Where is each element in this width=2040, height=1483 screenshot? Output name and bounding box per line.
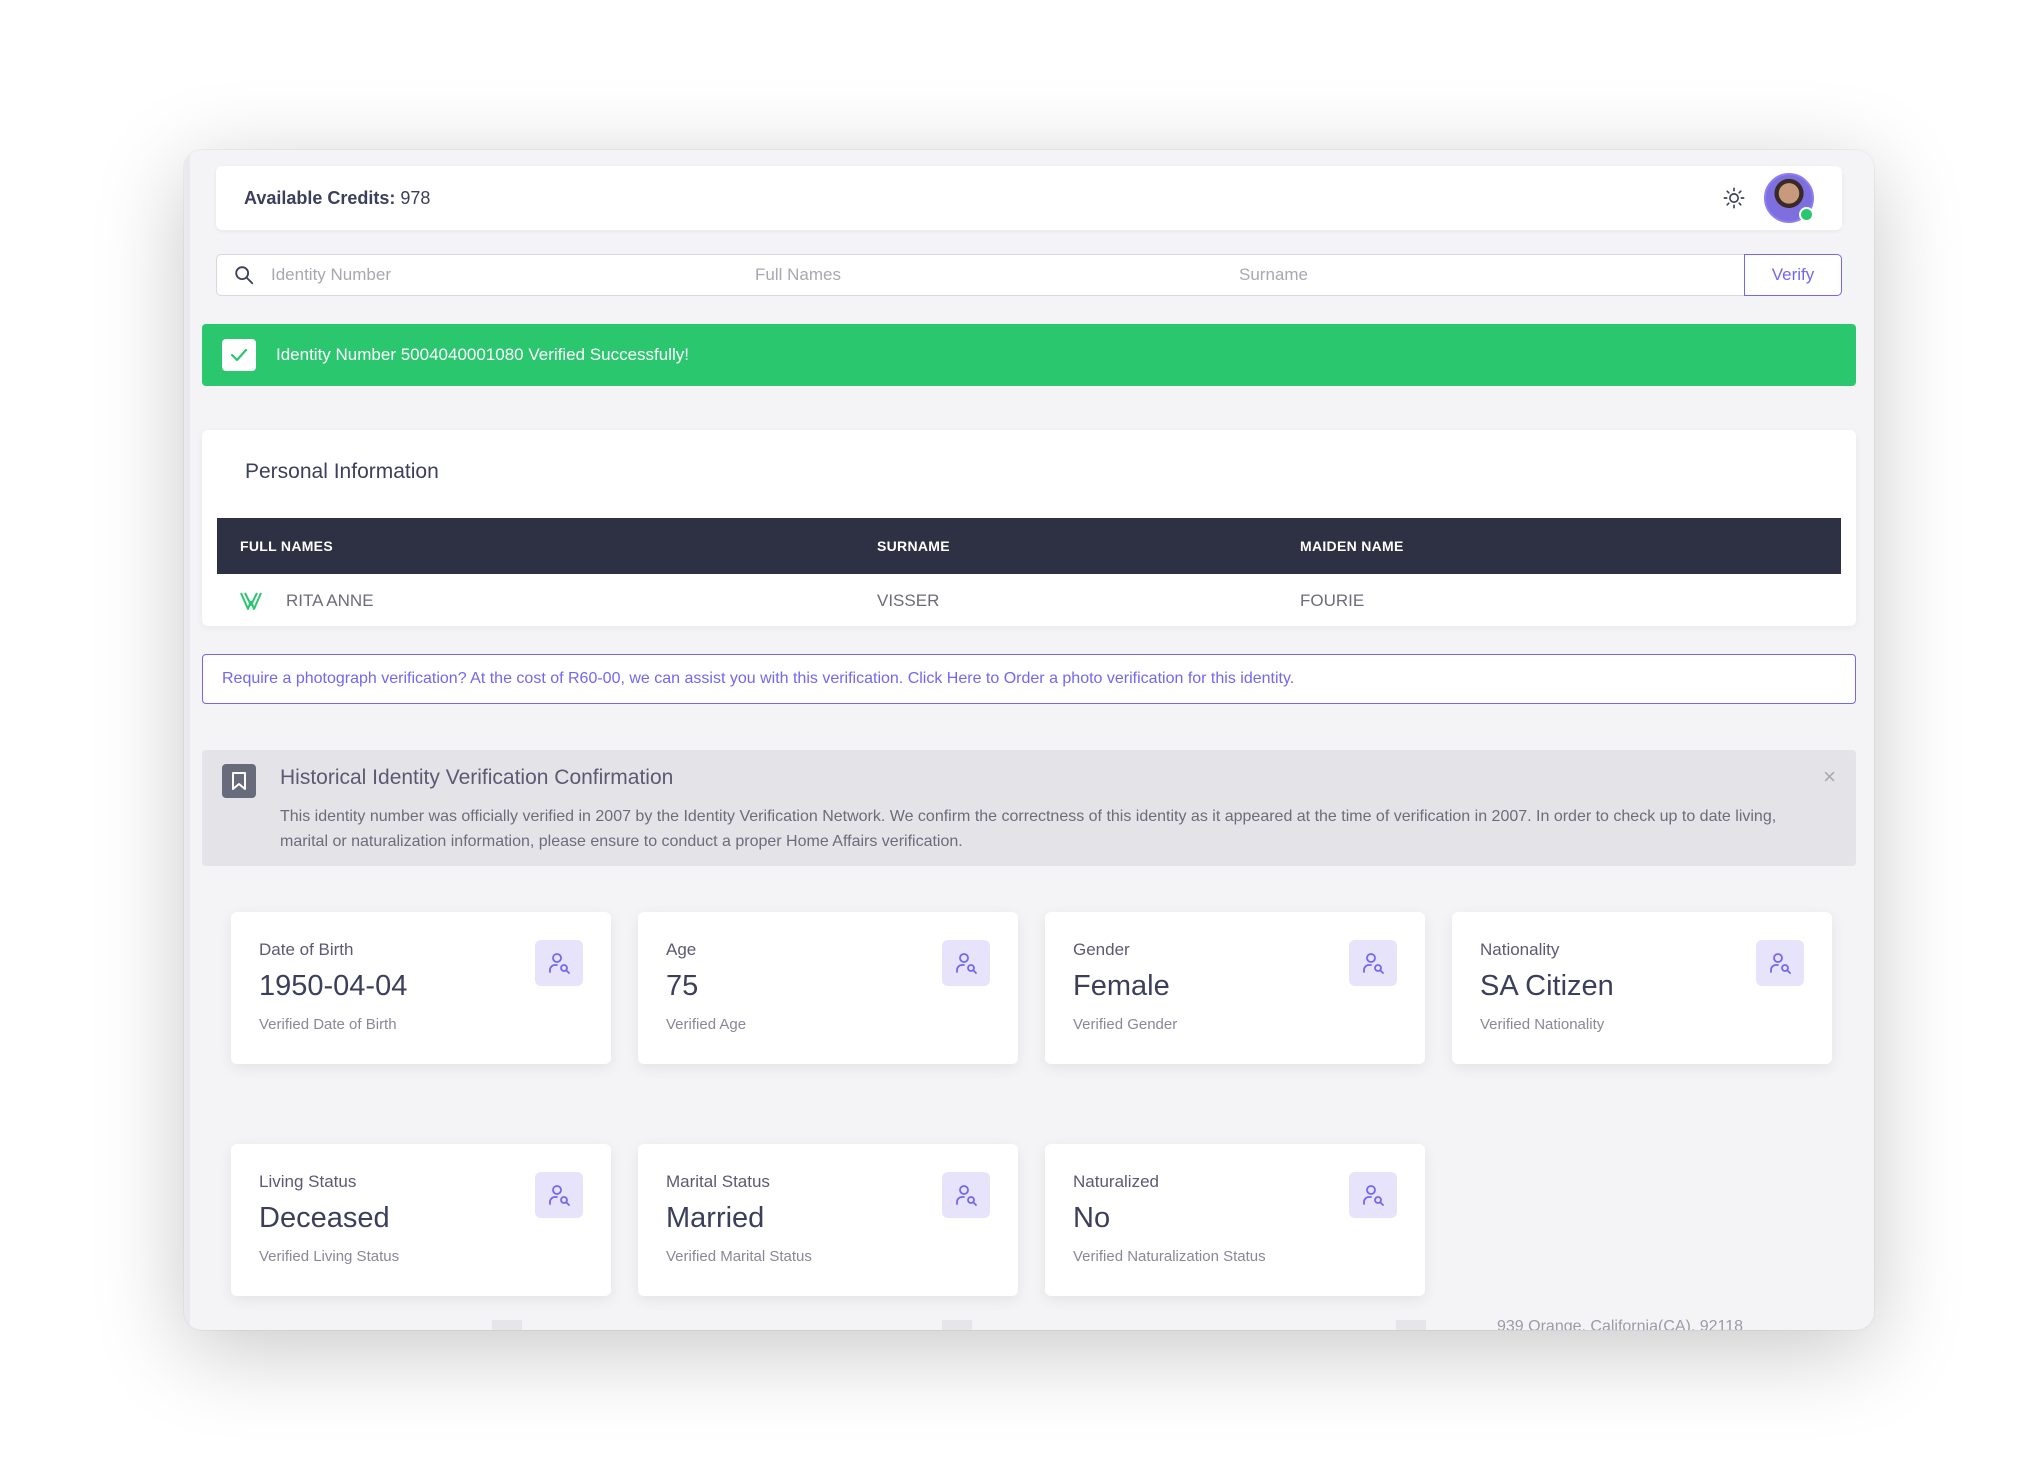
stat-card-marital-status: Marital Status Married Verified Marital … [638,1144,1018,1296]
credits-label: Available Credits: [244,187,396,208]
credits-value: 978 [400,187,431,208]
stat-label: Living Status [259,1172,357,1191]
user-search-icon [535,1172,583,1218]
table-row: RITA ANNE VISSER FOURIE [217,574,1841,628]
stat-label: Date of Birth [259,940,354,959]
stat-value: SA Citizen [1480,970,1614,1002]
stat-subtext: Verified Nationality [1480,1016,1605,1033]
user-search-icon [942,940,990,986]
verified-logo-icon [240,591,262,611]
stat-value: Married [666,1202,765,1234]
scroll-peek [492,1320,522,1330]
available-credits: Available Credits: 978 [244,188,430,209]
top-header: Available Credits: 978 [216,166,1842,230]
full-names-value: RITA ANNE [286,591,374,610]
stat-value: Deceased [259,1202,390,1234]
stat-card-naturalized: Naturalized No Verified Naturalization S… [1045,1144,1425,1296]
stat-card-date-of-birth: Date of Birth 1950-04-04 Verified Date o… [231,912,611,1064]
full-names-input[interactable] [753,264,1237,286]
personal-information-title: Personal Information [245,460,439,483]
stat-card-age: Age 75 Verified Age [638,912,1018,1064]
online-status-dot [1799,207,1814,222]
stat-subtext: Verified Age [666,1016,747,1033]
stat-subtext: Verified Marital Status [666,1248,812,1265]
user-search-icon [1349,940,1397,986]
success-alert-text: Identity Number 5004040001080 Verified S… [276,345,689,364]
stat-subtext: Verified Gender [1073,1016,1178,1033]
stat-subtext: Verified Living Status [259,1248,400,1265]
column-header-maiden-name: MAIDEN NAME [1300,538,1404,554]
stat-value: Female [1073,970,1170,1002]
stat-label: Nationality [1480,940,1560,959]
stat-label: Age [666,940,697,959]
app-window: Available Credits: 978 Identity Number F… [184,150,1874,1330]
maiden-name-value: FOURIE [1300,591,1365,610]
stat-card-gender: Gender Female Verified Gender [1045,912,1425,1064]
verify-search-bar: Verify [216,254,1842,296]
user-search-icon [942,1172,990,1218]
stat-label: Naturalized [1073,1172,1159,1191]
surname-value: VISSER [877,591,940,610]
historical-alert-title: Historical Identity Verification Confirm… [280,766,674,789]
table-header: FULL NAMES SURNAME MAIDEN NAME [217,518,1841,574]
stat-card-living-status: Living Status Deceased Verified Living S… [231,1144,611,1296]
stat-subtext: Verified Date of Birth [259,1016,397,1033]
historical-verification-alert: Historical Identity Verification Confirm… [202,750,1856,866]
check-icon [222,339,256,371]
scroll-peek [942,1320,972,1330]
verify-button[interactable]: Verify [1744,254,1842,296]
personal-information-table: FULL NAMES SURNAME MAIDEN NAME RITA ANNE… [217,518,1841,628]
user-search-icon [1349,1172,1397,1218]
identity-number-input[interactable] [269,264,753,286]
stat-value: No [1073,1202,1111,1234]
bookmark-icon [222,764,256,798]
stat-label: Gender [1073,940,1130,959]
stat-value: 1950-04-04 [259,970,408,1002]
stat-value: 75 [666,970,699,1002]
stat-card-nationality: Nationality SA Citizen Verified National… [1452,912,1832,1064]
column-header-full-names: FULL NAMES [240,538,333,554]
photo-verification-text: Require a photograph verification? At th… [222,670,1295,687]
success-alert: Identity Number 5004040001080 Verified S… [202,324,1856,386]
column-header-surname: SURNAME [877,538,950,554]
scroll-peek [1396,1320,1426,1330]
user-search-icon [535,940,583,986]
avatar[interactable] [1764,173,1814,223]
stat-label: Marital Status [666,1172,770,1191]
sun-icon[interactable] [1722,186,1746,210]
user-search-icon [1756,940,1804,986]
footer-address: 939 Orange, California(CA), 92118 [1497,1318,1744,1330]
historical-alert-body: This identity number was officially veri… [280,808,1777,850]
close-icon[interactable]: × [1823,764,1836,790]
personal-information-card: Personal Information FULL NAMES SURNAME … [202,430,1856,626]
surname-input[interactable] [1237,264,1653,286]
stat-subtext: Verified Naturalization Status [1073,1248,1266,1265]
photo-verification-link[interactable]: Require a photograph verification? At th… [202,654,1856,704]
search-icon [233,264,255,286]
